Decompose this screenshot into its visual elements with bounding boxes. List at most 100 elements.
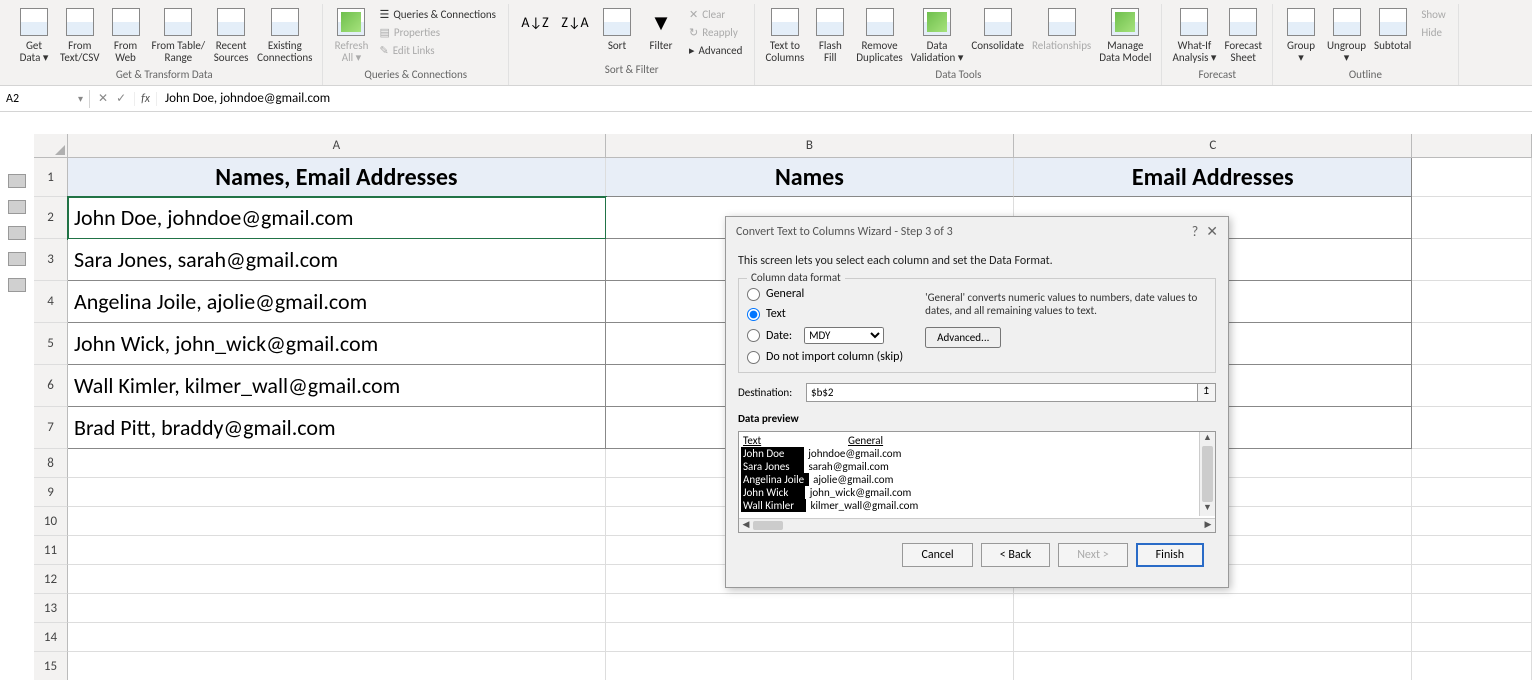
back-button[interactable]: < Back xyxy=(981,543,1051,567)
row-header[interactable]: 13 xyxy=(34,594,68,623)
cancel-icon[interactable]: ✕ xyxy=(98,91,108,106)
cell[interactable] xyxy=(1412,623,1532,652)
dialog-titlebar[interactable]: Convert Text to Columns Wizard - Step 3 … xyxy=(726,217,1228,246)
sort-za-button[interactable]: Z↓A xyxy=(555,4,595,40)
radio-skip-label[interactable]: Do not import column (skip) xyxy=(766,350,903,364)
cell[interactable] xyxy=(1412,365,1532,407)
advanced-button[interactable]: ▸Advanced xyxy=(685,42,746,59)
cell[interactable] xyxy=(1412,323,1532,365)
row-header[interactable]: 7 xyxy=(34,407,68,449)
cell[interactable] xyxy=(1014,594,1412,623)
show-detail-button[interactable]: Show xyxy=(1417,6,1449,23)
radio-skip[interactable] xyxy=(747,351,760,364)
row-header[interactable]: 6 xyxy=(34,365,68,407)
properties-button[interactable]: ▤Properties xyxy=(375,24,500,41)
radio-text[interactable] xyxy=(747,308,760,321)
relationships-button[interactable]: Relationships xyxy=(1028,4,1095,54)
cell[interactable] xyxy=(1412,507,1532,536)
cell[interactable] xyxy=(68,623,606,652)
enter-icon[interactable]: ✓ xyxy=(116,91,126,106)
forecast-sheet-button[interactable]: ForecastSheet xyxy=(1220,4,1266,66)
row-header[interactable]: 9 xyxy=(34,478,68,507)
cell[interactable] xyxy=(1412,565,1532,594)
cell[interactable] xyxy=(1412,652,1532,680)
existing-connections-button[interactable]: ExistingConnections xyxy=(253,4,316,66)
column-header[interactable]: A xyxy=(68,134,606,158)
filter-button[interactable]: ▼Filter xyxy=(639,4,683,54)
radio-general-label[interactable]: General xyxy=(766,287,804,301)
rail-icon[interactable] xyxy=(8,226,26,240)
hide-detail-button[interactable]: Hide xyxy=(1417,24,1449,41)
data-cell[interactable]: Brad Pitt, braddy@gmail.com xyxy=(68,407,606,449)
get-data-button[interactable]: GetData ▾ xyxy=(12,4,56,66)
cell[interactable] xyxy=(1014,623,1412,652)
cell[interactable] xyxy=(68,449,606,478)
row-header[interactable]: 3 xyxy=(34,239,68,281)
recent-sources-button[interactable]: RecentSources xyxy=(209,4,253,66)
text-to-columns-button[interactable]: Text toColumns xyxy=(761,4,808,66)
cell[interactable] xyxy=(1412,239,1532,281)
manage-data-model-button[interactable]: ManageData Model xyxy=(1095,4,1155,66)
queries-connections-button[interactable]: ☰Queries & Connections xyxy=(375,6,500,23)
data-cell[interactable]: Sara Jones, sarah@gmail.com xyxy=(68,239,606,281)
row-header[interactable]: 15 xyxy=(34,652,68,680)
destination-input[interactable] xyxy=(807,384,1197,401)
row-header[interactable]: 1 xyxy=(34,158,68,197)
sort-button[interactable]: Sort xyxy=(595,4,639,54)
cell[interactable] xyxy=(606,594,1014,623)
range-picker-icon[interactable]: ↥ xyxy=(1197,384,1215,401)
row-header[interactable]: 2 xyxy=(34,197,68,239)
cell[interactable] xyxy=(1412,281,1532,323)
data-cell[interactable]: Angelina Joile, ajolie@gmail.com xyxy=(68,281,606,323)
cell[interactable] xyxy=(68,652,606,680)
date-format-select[interactable]: MDY xyxy=(804,327,884,344)
column-header[interactable]: B xyxy=(606,134,1014,158)
column-header[interactable]: C xyxy=(1014,134,1412,158)
from-table-button[interactable]: From Table/Range xyxy=(148,4,210,66)
formula-value[interactable]: John Doe, johndoe@gmail.com xyxy=(157,89,1532,108)
advanced-button[interactable]: Advanced... xyxy=(925,327,1001,348)
data-cell[interactable]: Wall Kimler, kilmer_wall@gmail.com xyxy=(68,365,606,407)
ungroup-button[interactable]: Ungroup▾ xyxy=(1323,4,1370,66)
preview-hscroll[interactable]: ◀▶ xyxy=(739,518,1215,532)
edit-links-button[interactable]: ✎Edit Links xyxy=(375,42,500,59)
what-if-button[interactable]: What-IfAnalysis ▾ xyxy=(1168,4,1220,66)
cell[interactable] xyxy=(1412,158,1532,197)
close-icon[interactable]: ✕ xyxy=(1206,223,1218,240)
refresh-all-button[interactable]: RefreshAll ▾ xyxy=(329,4,373,66)
cell[interactable] xyxy=(1014,652,1412,680)
cell[interactable] xyxy=(68,478,606,507)
row-header[interactable]: 14 xyxy=(34,623,68,652)
group-button[interactable]: Group▾ xyxy=(1279,4,1323,66)
cancel-button[interactable]: Cancel xyxy=(902,543,972,567)
subtotal-button[interactable]: Subtotal xyxy=(1370,4,1415,54)
name-box[interactable]: A2▾ xyxy=(0,90,90,108)
consolidate-button[interactable]: Consolidate xyxy=(967,4,1028,54)
row-header[interactable]: 8 xyxy=(34,449,68,478)
remove-duplicates-button[interactable]: RemoveDuplicates xyxy=(852,4,906,66)
reapply-button[interactable]: ↻Reapply xyxy=(685,24,746,41)
cell[interactable] xyxy=(1412,536,1532,565)
column-header[interactable] xyxy=(1412,134,1532,158)
cell[interactable] xyxy=(606,623,1014,652)
rail-icon[interactable] xyxy=(8,278,26,292)
select-all-corner[interactable] xyxy=(34,134,68,158)
from-textcsv-button[interactable]: FromText/CSV xyxy=(56,4,104,66)
radio-text-label[interactable]: Text xyxy=(766,307,786,321)
row-header[interactable]: 12 xyxy=(34,565,68,594)
next-button[interactable]: Next > xyxy=(1058,543,1127,567)
help-icon[interactable]: ? xyxy=(1192,223,1199,240)
flash-fill-button[interactable]: FlashFill xyxy=(808,4,852,66)
cell[interactable] xyxy=(1412,594,1532,623)
sort-az-button[interactable]: A↓Z xyxy=(515,4,555,40)
clear-button[interactable]: ✕Clear xyxy=(685,6,746,23)
cell[interactable] xyxy=(68,565,606,594)
fx-icon[interactable]: fx xyxy=(134,92,157,106)
data-validation-button[interactable]: DataValidation ▾ xyxy=(907,4,968,66)
rail-icon[interactable] xyxy=(8,252,26,266)
header-cell[interactable]: Names xyxy=(606,158,1014,197)
radio-general[interactable] xyxy=(747,288,760,301)
cell[interactable] xyxy=(1412,478,1532,507)
radio-date[interactable] xyxy=(747,329,760,342)
cell[interactable] xyxy=(1412,407,1532,449)
